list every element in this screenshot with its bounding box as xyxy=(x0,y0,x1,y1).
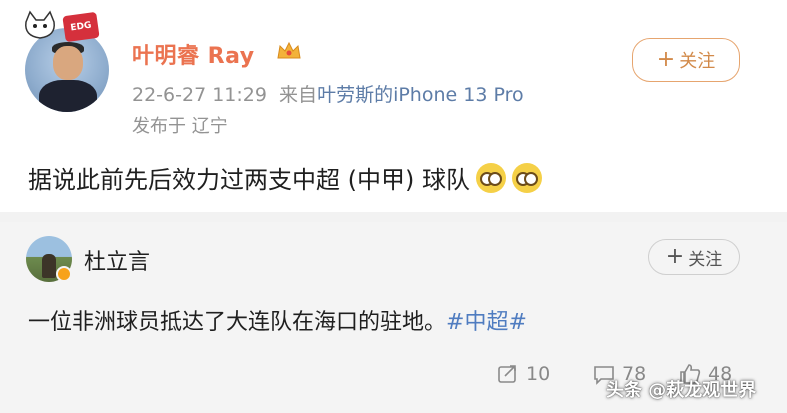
post-source[interactable]: 叶劳斯的iPhone 13 Pro xyxy=(317,84,524,106)
follow-button[interactable]: + 关注 xyxy=(632,38,740,82)
post-location: 发布于 辽宁 xyxy=(132,116,228,137)
follow-label: 关注 xyxy=(688,249,723,270)
repost-count: 10 xyxy=(526,363,551,385)
glasses-emoji-icon xyxy=(511,162,542,193)
follow-label: 关注 xyxy=(679,51,716,72)
post-body: 一位非洲球员抵达了大连队在海口的驻地。 xyxy=(28,310,447,335)
post-text: 据说此前先后效力过两支中超 (中甲) 球队 xyxy=(28,160,542,195)
repost-button[interactable]: 10 xyxy=(496,362,550,386)
hashtag-link[interactable]: #中超# xyxy=(446,310,527,335)
post-meta: 22-6-27 11:29 来自叶劳斯的iPhone 13 Pro xyxy=(132,80,524,107)
repost-icon xyxy=(498,365,516,383)
post-text: 一位非洲球员抵达了大连队在海口的驻地。#中超# xyxy=(28,304,527,336)
author-name[interactable]: 杜立言 xyxy=(84,244,150,276)
follow-button[interactable]: + 关注 xyxy=(648,239,740,275)
verified-badge-icon xyxy=(56,266,72,282)
crown-icon xyxy=(277,41,301,59)
cat-sticker-icon xyxy=(25,10,55,39)
watermark: 头条 @萩龙观世界 xyxy=(606,380,757,401)
post-time: 22-6-27 11:29 xyxy=(132,84,267,106)
team-badge: EDG xyxy=(62,11,100,43)
plus-icon: + xyxy=(665,244,685,269)
post-body: 据说此前先后效力过两支中超 (中甲) 球队 xyxy=(28,166,470,194)
source-prefix: 来自 xyxy=(279,84,318,106)
glasses-emoji-icon xyxy=(475,162,506,193)
author-name[interactable]: 叶明睿 Ray xyxy=(132,38,255,70)
plus-icon: + xyxy=(656,47,676,72)
